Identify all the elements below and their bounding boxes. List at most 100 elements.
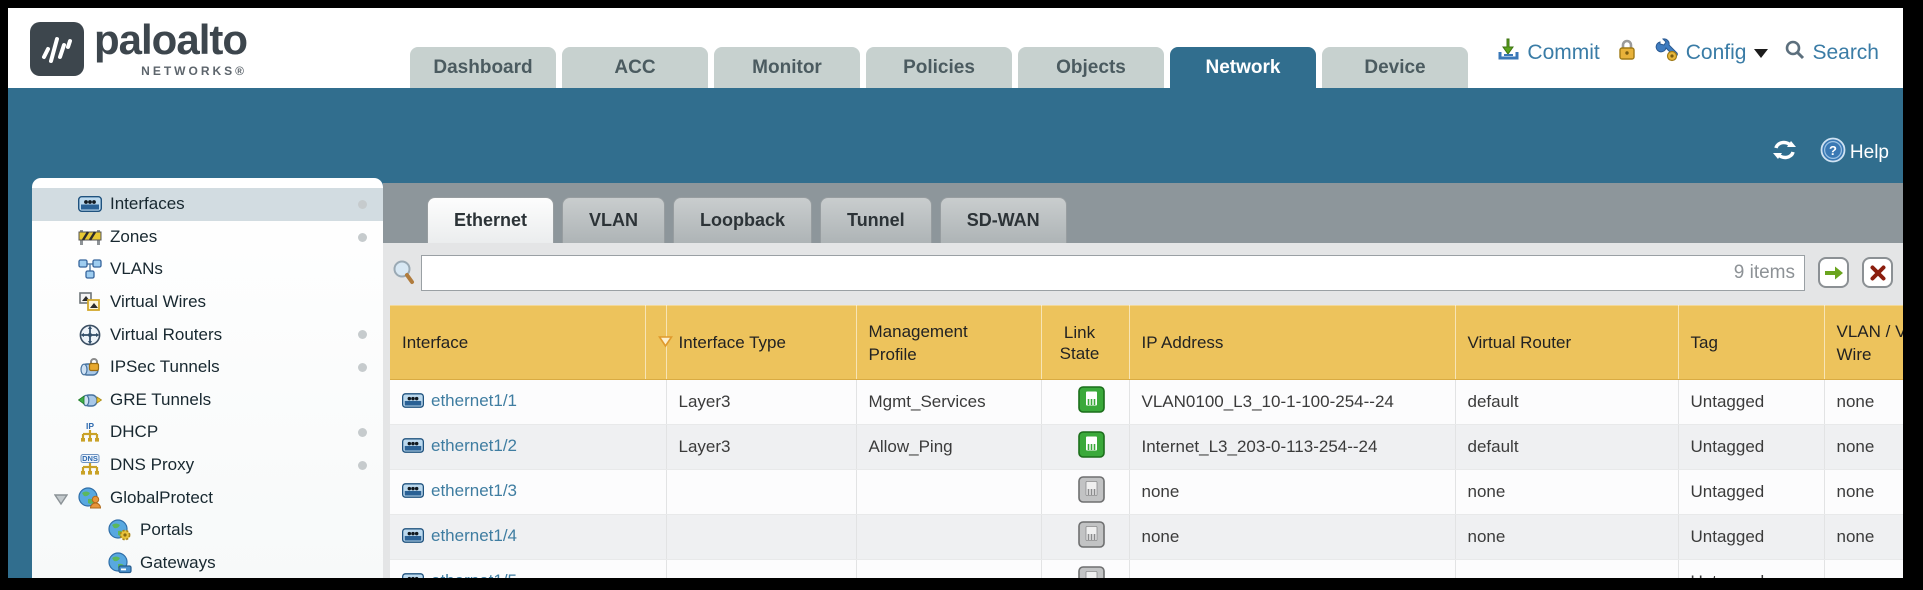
link-down-icon [1078, 476, 1105, 503]
column-header-virtual-router[interactable]: Virtual Router [1455, 306, 1678, 380]
interface-link[interactable]: ethernet1/1 [402, 391, 517, 411]
search-button[interactable]: Search [1784, 39, 1879, 67]
tab-objects[interactable]: Objects [1018, 47, 1164, 88]
interface-link[interactable]: ethernet1/5 [402, 571, 517, 578]
tab-device[interactable]: Device [1322, 47, 1468, 88]
help-button[interactable]: ? Help [1820, 137, 1889, 169]
app-window: paloalto NETWORKS® Dashboard ACC Monitor… [8, 8, 1903, 578]
sidebar-item-virtual-routers[interactable]: Virtual Routers [32, 318, 383, 351]
chevron-down-icon [1754, 49, 1768, 58]
paloalto-logo: paloalto NETWORKS® [30, 16, 247, 78]
column-header-tag[interactable]: Tag [1678, 306, 1824, 380]
ethernet-content: 9 items [383, 243, 1903, 578]
column-header-management-profile[interactable]: Management Profile [856, 306, 1041, 380]
globalprotect-icon [78, 487, 102, 509]
svg-text:?: ? [1829, 143, 1837, 158]
main-nav-tabs: Dashboard ACC Monitor Policies Objects N… [410, 47, 1468, 88]
sort-triangle-icon [658, 333, 673, 352]
svg-text:DNS: DNS [82, 454, 98, 463]
main-panel: Ethernet VLAN Loopback Tunnel SD-WAN 9 i [383, 183, 1903, 578]
sidebar-item-vlans[interactable]: VLANs [32, 253, 383, 286]
item-dot [358, 461, 367, 470]
table-row: ethernet1/3 none [390, 470, 1903, 515]
sidebar-item-dhcp[interactable]: IP DHCP [32, 416, 383, 449]
logo-sub-text: NETWORKS® [141, 64, 247, 78]
gateways-icon [108, 552, 132, 574]
sidebar-item-dns-proxy[interactable]: DNS DNS Proxy [32, 449, 383, 482]
filter-input[interactable] [421, 255, 1805, 291]
table-row: ethernet1/5 none [390, 560, 1903, 579]
column-header-interface-type[interactable]: Interface Type [666, 306, 856, 380]
ethernet-port-icon [402, 573, 424, 578]
table-row: ethernet1/1 Layer3 Mgmt_Services [390, 380, 1903, 425]
subtab-strip: Ethernet VLAN Loopback Tunnel SD-WAN [383, 183, 1903, 243]
filter-magnifier-icon [391, 259, 415, 292]
column-header-interface[interactable]: Interface [390, 306, 645, 380]
commit-button[interactable]: Commit [1497, 38, 1599, 68]
interface-link[interactable]: ethernet1/3 [402, 481, 517, 501]
config-menu-button[interactable]: Config [1654, 38, 1769, 68]
virtual-wires-icon [78, 291, 102, 313]
item-dot [358, 330, 367, 339]
green-arrow-icon [1824, 265, 1844, 281]
tab-acc[interactable]: ACC [562, 47, 708, 88]
lock-button[interactable] [1616, 38, 1638, 68]
table-row: ethernet1/4 none [390, 515, 1903, 560]
lock-icon [1616, 38, 1638, 68]
interfaces-table: Interface Interface Type Management Prof… [390, 305, 1903, 578]
dns-proxy-icon: DNS [78, 454, 102, 476]
ethernet-port-icon [402, 528, 424, 543]
column-sort-dropdown[interactable] [645, 306, 666, 380]
help-icon: ? [1820, 137, 1846, 169]
link-down-icon [1078, 521, 1105, 548]
ethernet-port-icon [402, 483, 424, 498]
top-toolbar: Commit [1497, 38, 1879, 68]
tab-network[interactable]: Network [1170, 47, 1316, 88]
sidebar-item-portals[interactable]: Portals [32, 514, 383, 547]
virtual-routers-icon [78, 324, 102, 346]
config-icon [1654, 38, 1680, 68]
ethernet-port-icon [402, 438, 424, 453]
sidebar-item-gre-tunnels[interactable]: GRE Tunnels [32, 384, 383, 417]
dhcp-icon: IP [78, 421, 102, 443]
sidebar-item-ipsec-tunnels[interactable]: IPSec Tunnels [32, 351, 383, 384]
gre-tunnels-icon [78, 389, 102, 411]
column-header-ip-address[interactable]: IP Address [1129, 306, 1455, 380]
item-dot [358, 428, 367, 437]
subtab-loopback[interactable]: Loopback [673, 197, 812, 243]
subtab-ethernet[interactable]: Ethernet [427, 197, 554, 243]
apply-filter-button[interactable] [1818, 257, 1849, 288]
search-icon [1784, 39, 1806, 67]
ipsec-tunnels-icon [78, 356, 102, 378]
clear-filter-button[interactable] [1862, 257, 1893, 288]
sidebar-item-gateways[interactable]: Gateways [32, 547, 383, 578]
table-row: ethernet1/2 Layer3 Allow_Ping [390, 425, 1903, 470]
item-dot [358, 233, 367, 242]
sidebar-item-globalprotect[interactable]: GlobalProtect [32, 481, 383, 514]
network-sidebar: Interfaces Zones [32, 178, 383, 578]
link-up-icon [1078, 386, 1105, 413]
tab-monitor[interactable]: Monitor [714, 47, 860, 88]
vlans-icon [78, 258, 102, 280]
interface-link[interactable]: ethernet1/4 [402, 526, 517, 546]
svg-text:IP: IP [86, 421, 94, 431]
refresh-button[interactable] [1771, 139, 1798, 167]
item-dot [358, 200, 367, 209]
interface-link[interactable]: ethernet1/2 [402, 436, 517, 456]
table-header-row: Interface Interface Type Management Prof… [390, 306, 1903, 380]
column-header-vlan-wire[interactable]: VLAN / Virtual Wire [1824, 306, 1903, 380]
top-bar: paloalto NETWORKS® Dashboard ACC Monitor… [8, 8, 1903, 88]
expander-icon[interactable] [54, 491, 68, 511]
subtab-sdwan[interactable]: SD-WAN [940, 197, 1067, 243]
sidebar-item-interfaces[interactable]: Interfaces [32, 188, 383, 221]
subtab-tunnel[interactable]: Tunnel [820, 197, 932, 243]
tab-policies[interactable]: Policies [866, 47, 1012, 88]
subtab-vlan[interactable]: VLAN [562, 197, 665, 243]
tab-dashboard[interactable]: Dashboard [410, 47, 556, 88]
column-header-link-state[interactable]: Link State [1041, 306, 1129, 380]
sidebar-item-virtual-wires[interactable]: Virtual Wires [32, 286, 383, 319]
sidebar-item-zones[interactable]: Zones [32, 221, 383, 254]
refresh-icon [1771, 139, 1798, 167]
items-count: 9 items [1734, 262, 1795, 284]
logo-brand-text: paloalto [94, 16, 247, 64]
